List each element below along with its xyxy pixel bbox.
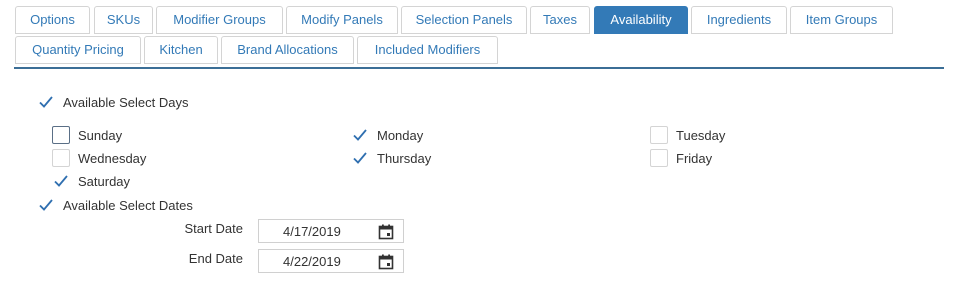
tab-divider <box>14 67 944 69</box>
available-select-days-label: Available Select Days <box>63 94 189 110</box>
start-date-field[interactable] <box>258 219 404 243</box>
tab-ingredients[interactable]: Ingredients <box>691 6 787 34</box>
day-wednesday: Wednesday <box>52 147 146 169</box>
day-friday: Friday <box>650 147 712 169</box>
tab-included-modifiers[interactable]: Included Modifiers <box>357 36 498 64</box>
available-select-dates-row: Available Select Dates <box>37 194 193 216</box>
tuesday-label: Tuesday <box>676 127 726 143</box>
friday-label: Friday <box>676 150 713 166</box>
available-select-days-row: Available Select Days <box>37 91 189 113</box>
thursday-label: Thursday <box>377 150 432 166</box>
saturday-label: Saturday <box>78 173 131 189</box>
tab-modifier-groups[interactable]: Modifier Groups <box>156 6 283 34</box>
available-select-dates-checkbox[interactable] <box>37 196 55 214</box>
check-icon <box>39 96 53 108</box>
check-icon <box>353 152 367 164</box>
day-saturday: Saturday <box>52 170 130 192</box>
end-date-input[interactable] <box>283 253 383 269</box>
tab-options[interactable]: Options <box>15 6 90 34</box>
tab-modify-panels[interactable]: Modify Panels <box>286 6 398 34</box>
tab-skus[interactable]: SKUs <box>94 6 153 34</box>
start-date-input[interactable] <box>283 223 383 239</box>
end-date-label: End Date <box>188 251 243 266</box>
check-icon <box>54 175 68 187</box>
calendar-icon <box>378 224 394 240</box>
day-thursday: Thursday <box>351 147 431 169</box>
sunday-label: Sunday <box>78 127 123 143</box>
saturday-checkbox[interactable] <box>52 172 70 190</box>
friday-checkbox[interactable] <box>650 149 668 167</box>
end-date-calendar-button[interactable] <box>377 253 395 271</box>
tab-taxes[interactable]: Taxes <box>530 6 590 34</box>
wednesday-checkbox[interactable] <box>52 149 70 167</box>
tuesday-checkbox[interactable] <box>650 126 668 144</box>
check-icon <box>353 129 367 141</box>
monday-checkbox[interactable] <box>351 126 369 144</box>
sunday-checkbox[interactable] <box>52 126 70 144</box>
tab-bar: Options SKUs Modifier Groups Modify Pane… <box>0 0 956 70</box>
day-tuesday: Tuesday <box>650 124 725 146</box>
start-date-calendar-button[interactable] <box>377 223 395 241</box>
tab-brand-allocations[interactable]: Brand Allocations <box>221 36 354 64</box>
available-select-dates-label: Available Select Dates <box>63 197 193 213</box>
available-select-days-checkbox[interactable] <box>37 93 55 111</box>
check-icon <box>39 199 53 211</box>
day-monday: Monday <box>351 124 423 146</box>
thursday-checkbox[interactable] <box>351 149 369 167</box>
end-date-field[interactable] <box>258 249 404 273</box>
monday-label: Monday <box>377 127 424 143</box>
tab-kitchen[interactable]: Kitchen <box>144 36 218 64</box>
start-date-label: Start Date <box>184 221 243 236</box>
tab-selection-panels[interactable]: Selection Panels <box>401 6 527 34</box>
calendar-icon <box>378 254 394 270</box>
wednesday-label: Wednesday <box>78 150 147 166</box>
tab-quantity-pricing[interactable]: Quantity Pricing <box>15 36 141 64</box>
tab-availability[interactable]: Availability <box>594 6 688 34</box>
tab-item-groups[interactable]: Item Groups <box>790 6 893 34</box>
day-sunday: Sunday <box>52 124 122 146</box>
